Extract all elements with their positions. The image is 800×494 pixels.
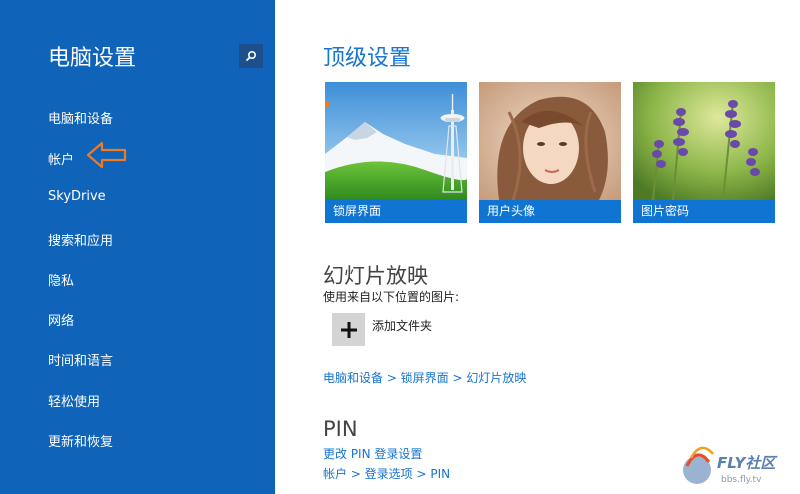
sidebar-item-update-and-recovery[interactable]: 更新和恢复 bbox=[48, 431, 113, 450]
add-folder-label: 添加文件夹 bbox=[372, 319, 433, 333]
pin-title: PIN bbox=[323, 417, 358, 441]
arrow-left-icon bbox=[86, 141, 127, 169]
tile-caption: 图片密码 bbox=[633, 200, 775, 223]
slideshow-subtitle: 使用来自以下位置的图片: bbox=[323, 290, 460, 304]
tile-lock-screen[interactable]: 锁屏界面 bbox=[325, 82, 467, 223]
plus-icon bbox=[340, 321, 357, 338]
watermark-brand: FLY社区 bbox=[717, 454, 778, 472]
sidebar-title: 电脑设置 bbox=[48, 46, 137, 71]
top-settings-title: 顶级设置 bbox=[323, 46, 412, 71]
picture-password-image bbox=[633, 82, 775, 200]
tile-picture-password[interactable]: 图片密码 bbox=[633, 82, 775, 223]
change-pin-link[interactable]: 更改 PIN 登录设置 bbox=[323, 445, 422, 462]
account-picture-image bbox=[479, 82, 621, 200]
fly-community-watermark: FLY社区 bbs.fly.tv bbox=[683, 446, 778, 485]
sidebar-item-pc-and-devices[interactable]: 电脑和设备 bbox=[48, 108, 113, 127]
sidebar: 电脑设置 电脑和设备 帐户 SkyDrive 搜索和应用 隐私 网络 时间和语言… bbox=[0, 0, 275, 494]
search-button[interactable] bbox=[239, 44, 263, 68]
sidebar-item-skydrive[interactable]: SkyDrive bbox=[48, 189, 106, 204]
slideshow-title: 幻灯片放映 bbox=[323, 264, 428, 288]
add-folder-button[interactable] bbox=[332, 313, 365, 346]
slideshow-path-link[interactable]: 电脑和设备 > 锁屏界面 > 幻灯片放映 bbox=[323, 369, 526, 386]
pin-path-link[interactable]: 帐户 > 登录选项 > PIN bbox=[323, 465, 450, 482]
watermark-site: bbs.fly.tv bbox=[721, 475, 762, 485]
sidebar-item-ease-of-access[interactable]: 轻松使用 bbox=[48, 391, 100, 410]
sidebar-item-accounts[interactable]: 帐户 bbox=[48, 149, 74, 168]
sidebar-item-privacy[interactable]: 隐私 bbox=[48, 270, 74, 289]
sidebar-item-search-and-apps[interactable]: 搜索和应用 bbox=[48, 230, 113, 249]
main-content: 顶级设置 锁屏界面 用户头像 图片密码 幻灯片放映 使用来自以下位置的图片: 添… bbox=[275, 0, 800, 494]
lock-screen-image bbox=[325, 82, 467, 200]
tile-caption: 用户头像 bbox=[479, 200, 621, 223]
tile-account-picture[interactable]: 用户头像 bbox=[479, 82, 621, 223]
sidebar-item-network[interactable]: 网络 bbox=[48, 310, 74, 329]
search-icon bbox=[245, 50, 257, 62]
tile-caption: 锁屏界面 bbox=[325, 200, 467, 223]
sidebar-item-time-and-language[interactable]: 时间和语言 bbox=[48, 350, 113, 369]
